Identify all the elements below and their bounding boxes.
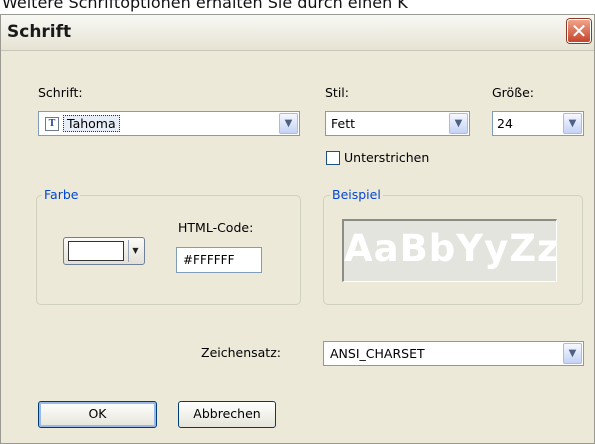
close-icon: ✕ [570, 19, 588, 43]
chevron-down-icon[interactable]: ▼ [563, 343, 582, 364]
ok-button[interactable]: OK [38, 401, 157, 428]
style-select[interactable]: Fett ▼ [325, 111, 470, 136]
cancel-button[interactable]: Abbrechen [178, 401, 276, 428]
html-code-input[interactable]: #FFFFFF [176, 247, 262, 273]
charset-select[interactable]: ANSI_CHARSET ▼ [323, 341, 584, 366]
color-swatch [68, 241, 124, 261]
size-select-value: 24 [497, 116, 513, 131]
color-picker-button[interactable]: ▼ [63, 237, 145, 265]
font-preview: AaBbYyZz [342, 219, 557, 282]
title-bar: Schrift ✕ [1, 15, 594, 51]
style-label: Stil: [325, 85, 349, 100]
preview-group-legend: Beispiel [330, 187, 383, 202]
chevron-down-icon[interactable]: ▼ [563, 113, 582, 134]
font-select-value: Tahoma [63, 115, 120, 132]
font-dialog: Schrift ✕ Schrift: T Tahoma ▼ Stil: Fett… [0, 14, 595, 444]
color-group-legend: Farbe [42, 187, 81, 202]
charset-select-value: ANSI_CHARSET [330, 346, 425, 361]
dialog-title: Schrift [7, 22, 72, 42]
underline-label[interactable]: Unterstrichen [344, 150, 429, 165]
font-label: Schrift: [38, 85, 83, 100]
size-label: Größe: [492, 85, 534, 100]
preview-sample-text: AaBbYyZz [344, 227, 557, 270]
close-button[interactable]: ✕ [567, 19, 591, 43]
underline-checkbox[interactable] [326, 151, 340, 165]
chevron-down-icon: ▼ [128, 240, 142, 262]
font-select[interactable]: T Tahoma ▼ [38, 111, 300, 136]
size-select[interactable]: 24 ▼ [492, 111, 584, 136]
chevron-down-icon[interactable]: ▼ [449, 113, 468, 134]
charset-label: Zeichensatz: [201, 345, 281, 360]
style-select-value: Fett [331, 116, 355, 131]
chevron-down-icon[interactable]: ▼ [279, 113, 298, 134]
html-code-label: HTML-Code: [178, 220, 254, 235]
background-caption: Weitere Schriftoptionen erhalten Sie dur… [2, 0, 408, 12]
truetype-font-icon: T [45, 117, 59, 131]
